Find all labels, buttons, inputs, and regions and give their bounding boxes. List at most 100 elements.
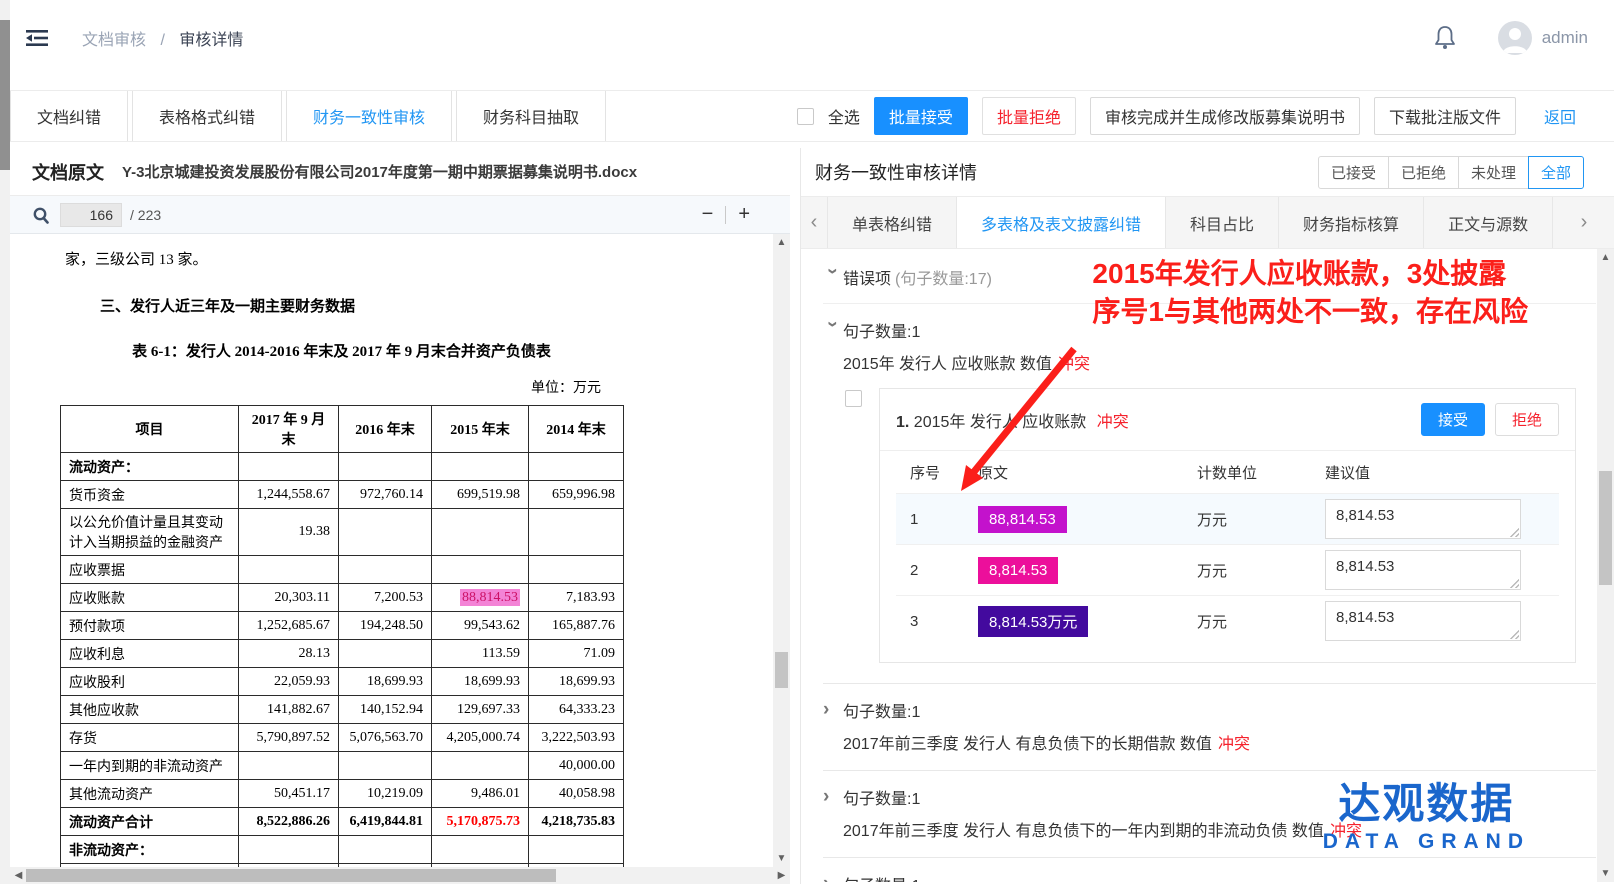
error-description: 2017年前三季度 发行人 有息负债下的长期借款 数值冲突 [843,730,1596,754]
conflict-unit: 万元 [1197,509,1325,530]
row-value: 5,790,897.52 [239,724,339,752]
row-label: 流动资产合计 [61,808,239,836]
review-tabs: 单表格纠错多表格及表文披露纠错科目占比财务指标核算正文与源数 [827,197,1571,248]
review-tab-0[interactable]: 单表格纠错 [827,197,957,248]
review-vertical-scrollbar[interactable]: ▲ ▼ [1597,249,1614,882]
user-avatar[interactable] [1498,21,1532,55]
conflict-card-wrap: 1. 2015年 发行人 应收账款 冲突 接受 拒绝 [879,388,1576,663]
table-row: 应收账款20,303.117,200.5388,814.537,183.93 [61,584,624,612]
tabs-scroll-left-icon[interactable]: ‹ [801,197,827,248]
tabs-scroll-right-icon[interactable]: › [1571,197,1597,248]
conflict-unit: 万元 [1197,560,1325,581]
review-tab-3[interactable]: 财务指标核算 [1279,197,1424,248]
page-vertical-scrollbar[interactable] [0,0,10,884]
zoom-in-button[interactable]: + [738,203,750,226]
batch-accept-button[interactable]: 批量接受 [874,97,968,135]
original-value-badge[interactable]: 88,814.53 [978,506,1067,533]
batch-reject-button[interactable]: 批量拒绝 [982,97,1076,135]
zoom-out-button[interactable]: − [702,203,714,226]
filter-1[interactable]: 已拒绝 [1388,156,1459,189]
table-row: 存货5,790,897.525,076,563.704,205,000.743,… [61,724,624,752]
scroll-up-arrow[interactable]: ▲ [773,234,790,251]
search-icon[interactable] [32,206,50,224]
row-label: 以公允价值计量且其变动计入当期损益的金融资产 [61,509,239,556]
scroll-right-arrow[interactable]: ▶ [773,867,790,884]
review-vscroll-thumb[interactable] [1599,471,1612,585]
select-all-label[interactable]: 全选 [828,104,860,128]
card-checkbox[interactable] [845,390,862,407]
suggestion-input[interactable]: 8,814.53 [1325,550,1521,590]
document-horizontal-scrollbar[interactable]: ◀ ▶ [10,867,790,884]
suggestion-input[interactable]: 8,814.53 [1325,499,1521,539]
error-description-text: 2015年 发行人 应收账款 数值 [843,356,1052,373]
conflict-original: 8,814.53万元 [978,606,1197,637]
row-label: 非流动资产： [61,836,239,864]
collapsed-error-item-2[interactable]: ›句子数量:12017年前三季度 发行人 负债合计 数值冲突 [823,857,1596,882]
notification-bell-icon[interactable] [1432,24,1458,52]
reject-button[interactable]: 拒绝 [1495,403,1559,436]
table-col-2: 2016 年末 [339,406,432,453]
scroll-down-arrow[interactable]: ▼ [773,850,790,867]
scroll-down-arrow[interactable]: ▼ [1597,865,1614,882]
document-vscroll-thumb[interactable] [775,652,788,688]
table-row: 应收股利22,059.9318,699.9318,699.9318,699.93 [61,668,624,696]
sentence-count-label: 句子数量:1 [843,698,920,722]
scroll-left-arrow[interactable]: ◀ [10,867,27,884]
sentence-count-row: ›句子数量:1 [823,698,1596,722]
back-button[interactable]: 返回 [1530,98,1590,134]
filter-3[interactable]: 全部 [1528,156,1584,189]
row-value: 3,222,503.93 [529,724,624,752]
error-description-text: 2017年前三季度 发行人 有息负债下的长期借款 数值 [843,736,1212,753]
page-number-input[interactable] [60,203,122,227]
document-hscroll-thumb[interactable] [26,869,556,882]
toolbar-tab-2[interactable]: 财务一致性审核 [286,91,452,141]
accept-button[interactable]: 接受 [1421,403,1485,436]
row-label: 应收账款 [61,584,239,612]
filter-0[interactable]: 已接受 [1318,156,1389,189]
document-vertical-scrollbar[interactable]: ▲ ▼ [773,234,790,867]
page: 文档审核 / 审核详情 admin 文档纠错表格格式纠错财务一致性审核财务科目抽… [0,0,1614,884]
document-page[interactable]: 家，三级公司 13 家。 三、发行人近三年及一期主要财务数据 表 6-1：发行人… [10,234,790,878]
status-filter-group: 已接受已拒绝未处理全部 [1319,156,1584,189]
toolbar: 文档纠错表格格式纠错财务一致性审核财务科目抽取 全选 批量接受 批量拒绝 审核完… [10,90,1614,142]
document-unit-note: 单位：万元 [60,377,623,397]
original-value-badge[interactable]: 8,814.53万元 [978,606,1088,637]
resize-handle-icon[interactable] [1508,628,1519,639]
toolbar-tab-0[interactable]: 文档纠错 [10,91,128,141]
menu-collapse-icon[interactable] [24,28,50,48]
review-tab-4[interactable]: 正文与源数 [1424,197,1553,248]
row-label: 应收利息 [61,640,239,668]
original-value-badge[interactable]: 8,814.53 [978,557,1058,584]
finish-generate-button[interactable]: 审核完成并生成修改版募集说明书 [1090,97,1360,135]
sentence-count-row: ›句子数量:1 [823,872,1596,882]
review-panel-header: 财务一致性审核详情 已接受已拒绝未处理全部 [801,148,1614,196]
scroll-up-arrow[interactable]: ▲ [1597,249,1614,266]
breadcrumb-section[interactable]: 文档审核 [82,32,146,49]
review-tab-2[interactable]: 科目占比 [1166,197,1279,248]
filter-2[interactable]: 未处理 [1458,156,1529,189]
table-row: 应收利息28.13113.5971.09 [61,640,624,668]
select-all-checkbox[interactable] [797,108,814,125]
row-value: 40,058.98 [529,780,624,808]
username[interactable]: admin [1542,28,1588,48]
resize-handle-icon[interactable] [1508,577,1519,588]
download-annotated-button[interactable]: 下载批注版文件 [1374,97,1516,135]
card-index: 1. [896,414,909,431]
collapsed-error-item-0[interactable]: ›句子数量:1 2017年前三季度 发行人 有息负债下的长期借款 数值冲突 [823,683,1596,770]
review-tab-1[interactable]: 多表格及表文披露纠错 [957,197,1166,248]
suggestion-input[interactable]: 8,814.53 [1325,601,1521,641]
row-value: 99,543.62 [432,612,529,640]
resize-handle-icon[interactable] [1508,526,1519,537]
conflict-tag: 冲突 [1058,356,1090,373]
row-value: 140,152.94 [339,696,432,724]
toolbar-tab-1[interactable]: 表格格式纠错 [132,91,282,141]
row-value: 113.59 [432,640,529,668]
content: 文档原文 Y-3北京城建投资发展股份有限公司2017年度第一期中期票据募集说明书… [10,142,1614,884]
table-row: 流动资产： [61,453,624,481]
conflict-row-1: 28,814.53万元8,814.53 [896,544,1559,595]
page-scrollbar-thumb[interactable] [0,20,10,170]
row-value: 10,219.09 [339,780,432,808]
toolbar-tab-3[interactable]: 财务科目抽取 [456,91,606,141]
row-value: 71.09 [529,640,624,668]
conflict-original: 8,814.53 [978,557,1197,584]
